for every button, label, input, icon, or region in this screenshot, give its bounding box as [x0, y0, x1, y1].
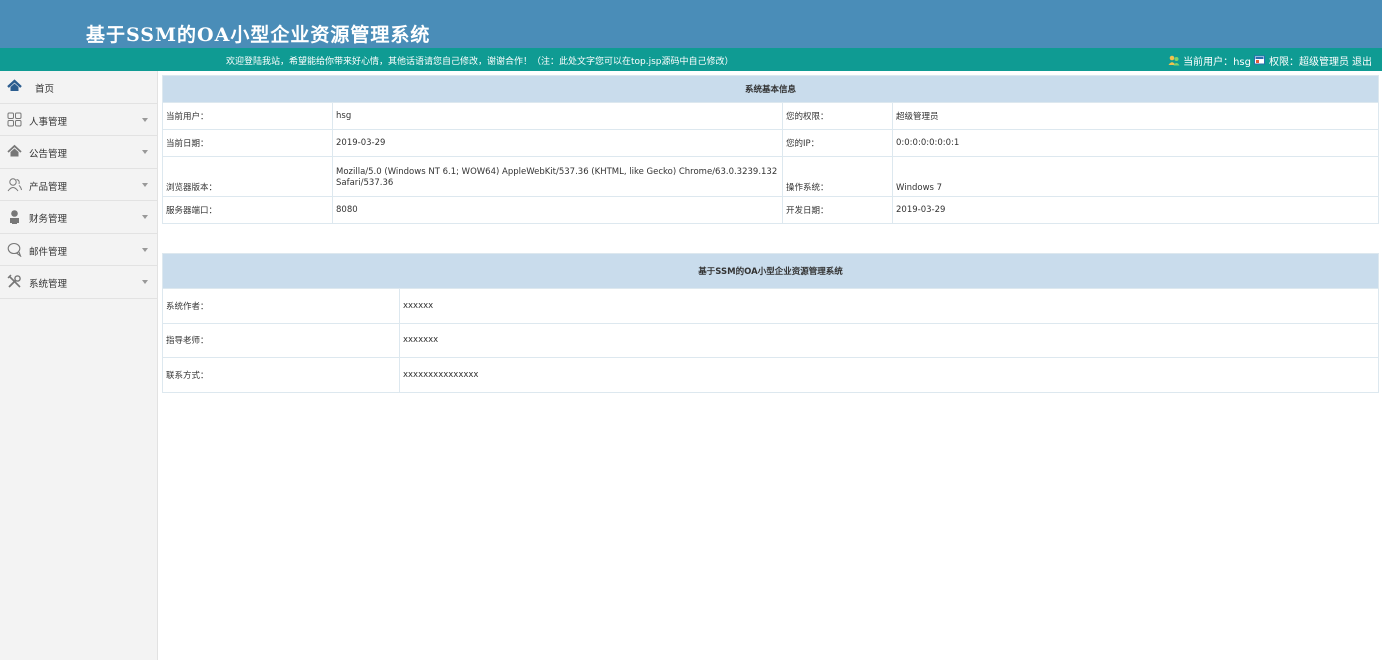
system-info-caption: 系统基本信息 — [161, 75, 1380, 103]
field-label: 当前用户： — [162, 102, 333, 130]
table-row: 当前日期： 2019-03-29 您的IP： 0:0:0:0:0:0:0:1 — [162, 129, 1380, 157]
table-row: 当前用户： hsg 您的权限： 超级管理员 — [162, 102, 1380, 130]
field-value: xxxxxx — [399, 288, 1379, 324]
field-label: 指导老师： — [162, 322, 400, 358]
logout-link[interactable]: 退出 — [1352, 53, 1372, 68]
field-value: 2019-03-29 — [332, 129, 783, 157]
house-icon — [7, 144, 22, 157]
field-label: 当前日期： — [162, 129, 333, 157]
field-label: 系统作者： — [162, 288, 400, 324]
sidebar-item-label: 人事管理 — [29, 116, 68, 128]
grid-icon — [7, 112, 22, 126]
sidebar-item-finance[interactable]: 财务管理 — [0, 201, 157, 234]
chevron-down-icon — [142, 150, 148, 154]
field-label: 操作系统： — [782, 156, 893, 197]
table-row: 服务器端口： 8080 开发日期： 2019-03-29 — [162, 196, 1380, 224]
chevron-down-icon — [142, 182, 148, 187]
tools-icon — [7, 274, 21, 288]
table-row: 指导老师： xxxxxxx — [162, 322, 1379, 358]
field-value: 0:0:0:0:0:0:0:1 — [891, 129, 1380, 157]
users-icon — [7, 177, 22, 191]
chevron-down-icon — [142, 247, 148, 252]
field-value: 2019-03-29 — [891, 196, 1380, 224]
main-content: 系统基本信息 当前用户： hsg 您的权限： 超级管理员 当前日期： 2019-… — [161, 75, 1380, 393]
sidebar-item-label: 首页 — [35, 84, 55, 95]
chevron-down-icon — [142, 117, 148, 122]
sidebar-item-label: 公告管理 — [29, 149, 68, 160]
sidebar-item-personnel[interactable]: 人事管理 — [0, 104, 157, 136]
table-row: 系统作者： xxxxxx — [162, 288, 1379, 324]
field-value: xxxxxxx — [399, 322, 1379, 358]
welcome-message: 欢迎登陆我站，希望能给你带来好心情，其他话语请您自己修改，谢谢合作！（注：此处文… — [226, 57, 734, 67]
field-value: Windows 7 — [891, 156, 1380, 197]
user-icon — [1168, 55, 1180, 66]
field-label: 您的IP： — [782, 129, 893, 157]
field-label: 开发日期： — [782, 196, 893, 224]
field-label: 服务器端口： — [162, 196, 333, 224]
field-label: 联系方式： — [162, 357, 400, 393]
sidebar-item-mail[interactable]: 邮件管理 — [0, 234, 157, 266]
field-value: xxxxxxxxxxxxxxx — [399, 357, 1379, 393]
chat-icon — [7, 242, 22, 257]
chevron-down-icon — [142, 280, 148, 284]
about-caption: 基于SSM的OA小型企业资源管理系统 — [162, 253, 1379, 289]
person-icon — [10, 210, 19, 224]
table-row: 联系方式： xxxxxxxxxxxxxxx — [162, 357, 1379, 393]
field-value: 超级管理员 — [891, 102, 1380, 130]
field-value: Mozilla/5.0 (Windows NT 6.1; WOW64) Appl… — [332, 156, 783, 197]
sidebar-item-system[interactable]: 系统管理 — [0, 266, 157, 299]
app-title: 基于SSM的OA小型企业资源管理系统 — [86, 24, 431, 46]
top-info-bar: 欢迎登陆我站，希望能给你带来好心情，其他话语请您自己修改，谢谢合作！（注：此处文… — [0, 48, 1382, 71]
field-label: 浏览器版本： — [162, 156, 333, 197]
system-info-table: 系统基本信息 当前用户： hsg 您的权限： 超级管理员 当前日期： 2019-… — [161, 75, 1380, 224]
role-icon — [1254, 55, 1265, 65]
home-icon — [7, 79, 22, 91]
field-value: 8080 — [332, 196, 783, 224]
current-user-label: 当前用户：hsg — [1183, 57, 1251, 68]
sidebar-item-label: 产品管理 — [29, 181, 68, 193]
sidebar: 首页 人事管理 公告管理 产品管理 财务管理 邮件管理 系统管理 — [0, 71, 158, 660]
table-row: 浏览器版本： Mozilla/5.0 (Windows NT 6.1; WOW6… — [162, 156, 1380, 197]
sidebar-item-label: 财务管理 — [29, 214, 68, 225]
role-label: 权限：超级管理员 — [1269, 57, 1349, 68]
user-info: 当前用户：hsg 权限：超级管理员 退出 — [1168, 53, 1372, 68]
about-table: 基于SSM的OA小型企业资源管理系统 系统作者： xxxxxx 指导老师： xx… — [162, 253, 1379, 393]
sidebar-item-notices[interactable]: 公告管理 — [0, 136, 157, 169]
chevron-down-icon — [142, 215, 148, 219]
sidebar-item-products[interactable]: 产品管理 — [0, 169, 157, 201]
sidebar-item-home[interactable]: 首页 — [0, 71, 157, 104]
sidebar-item-label: 系统管理 — [29, 279, 68, 290]
field-value: hsg — [332, 102, 783, 130]
sidebar-item-label: 邮件管理 — [29, 246, 68, 258]
field-label: 您的权限： — [782, 102, 893, 130]
app-header: 基于SSM的OA小型企业资源管理系统 — [0, 0, 1382, 48]
